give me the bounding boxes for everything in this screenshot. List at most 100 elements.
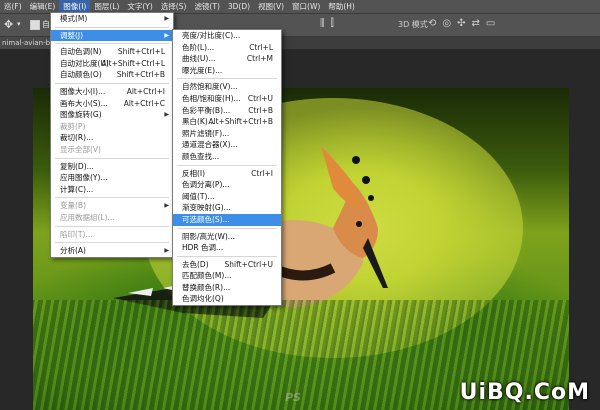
- menu-item[interactable]: 亮度/对比度(C)...: [173, 30, 281, 42]
- menu-item[interactable]: 渐变映射(G)...: [173, 202, 281, 214]
- menu-item-label: 亮度/对比度(C)...: [182, 31, 241, 40]
- menu-item-label: 通道混合器(X)...: [182, 140, 238, 150]
- menu-item-shortcut: Ctrl+M: [246, 54, 273, 64]
- menu-item[interactable]: 陷印(T)...: [51, 229, 173, 241]
- menu-item[interactable]: 颜色查找...: [173, 151, 281, 163]
- menu-item[interactable]: 匹配颜色(M)...: [173, 270, 281, 282]
- menu-item[interactable]: 自动色调(N) Shift+Ctrl+L: [51, 46, 173, 58]
- distribute-icon[interactable]: ⫼: [320, 18, 325, 29]
- menu-item[interactable]: 图像大小(I)... Alt+Ctrl+I: [51, 86, 173, 98]
- move-tool-icon[interactable]: ✥: [4, 19, 16, 31]
- align-icon[interactable]: ⫿: [331, 18, 334, 29]
- menu-item-label: 匹配颜色(M)...: [182, 271, 232, 281]
- menu-item[interactable]: 去色(D) Shift+Ctrl+U: [173, 259, 281, 271]
- menu-item[interactable]: 阴影/高光(W)...: [173, 231, 281, 243]
- pan-3d-icon[interactable]: ✣: [457, 18, 465, 29]
- menu-item[interactable]: 通道混合器(X)...: [173, 139, 281, 151]
- menu-item-shortcut: Alt+Ctrl+C: [123, 98, 165, 108]
- menu-item[interactable]: 分析(A) ▶: [51, 245, 173, 257]
- menu-item[interactable]: 调整(J) ▶: [51, 29, 173, 42]
- menu-item[interactable]: 阈值(T)...: [173, 191, 281, 203]
- menu-item[interactable]: 自动颜色(O) Shift+Ctrl+B: [51, 69, 173, 81]
- menu-item[interactable]: 图像旋转(G) ▶: [51, 109, 173, 121]
- menu-item[interactable]: 应用图像(Y)...: [51, 172, 173, 184]
- menu-separator: [177, 164, 277, 166]
- submenu-arrow-icon: ▶: [164, 31, 169, 39]
- align-icons[interactable]: ⫼ ⫿: [320, 18, 334, 29]
- video-camera-icon[interactable]: ▭: [486, 18, 495, 29]
- menu-item[interactable]: 色阶(L)... Ctrl+L: [173, 42, 281, 54]
- menu-item-label: 图像旋转(G): [60, 110, 102, 120]
- menu-item-label: 自然饱和度(V)...: [182, 82, 238, 92]
- chevron-down-icon[interactable]: ▾: [17, 20, 21, 28]
- menu-item-label: 模式(M): [60, 14, 88, 23]
- image-menu: 模式(M) ▶ 调整(J) ▶ 自动色调(N) Shift+Ctrl+L 自动对比度(U) A…: [50, 12, 174, 258]
- adjustments-submenu: 亮度/对比度(C)... 色阶(L)... Ctrl+L 曲线(U)... Ctrl+M…: [172, 29, 282, 307]
- menu-item[interactable]: 曲线(U)... Ctrl+M: [173, 53, 281, 65]
- menu-item-label: 图像大小(I)...: [60, 86, 106, 96]
- menubar-item[interactable]: 帮助(H): [324, 0, 359, 13]
- menubar-item[interactable]: 3D(D): [224, 0, 254, 13]
- menu-item[interactable]: 色调分离(P)...: [173, 179, 281, 191]
- menu-item[interactable]: 变量(B) ▶: [51, 200, 173, 212]
- menu-item[interactable]: 黑白(K)... Alt+Shift+Ctrl+B: [173, 116, 281, 128]
- auto-select-checkbox[interactable]: [30, 20, 40, 30]
- menu-item[interactable]: 照片滤镜(F)...: [173, 128, 281, 140]
- submenu-arrow-icon: ▶: [164, 202, 169, 210]
- menu-item-shortcut: Ctrl+I: [251, 168, 273, 178]
- menu-separator: [177, 78, 277, 80]
- ps-watermark: PS: [285, 391, 301, 404]
- menu-separator: [177, 255, 277, 257]
- menu-item-shortcut: Ctrl+L: [249, 42, 273, 52]
- menu-item[interactable]: 画布大小(S)... Alt+Ctrl+C: [51, 98, 173, 110]
- menu-item[interactable]: 色调均化(Q): [173, 293, 281, 305]
- menu-item[interactable]: 自然饱和度(V)...: [173, 81, 281, 93]
- menu-item[interactable]: 裁切(R)...: [51, 132, 173, 144]
- menu-separator: [55, 242, 169, 244]
- menu-item[interactable]: 可选颜色(S)...: [173, 213, 281, 226]
- menu-item[interactable]: 色彩平衡(B)... Ctrl+B: [173, 105, 281, 117]
- menu-item-label: 应用数据组(L)...: [60, 212, 115, 222]
- menu-item[interactable]: 模式(M) ▶: [51, 13, 173, 25]
- menu-item-label: 变量(B): [60, 201, 86, 211]
- menu-separator: [55, 197, 169, 199]
- menu-item-label: 可选颜色(S)...: [182, 214, 230, 224]
- menu-item-label: HDR 色调...: [182, 243, 224, 253]
- slide-3d-icon[interactable]: ⇄: [472, 18, 480, 29]
- menu-item[interactable]: 曝光度(E)...: [173, 65, 281, 77]
- menu-item-shortcut: Alt+Shift+Ctrl+B: [208, 117, 273, 127]
- menu-item-label: 计算(C)...: [60, 184, 94, 194]
- menu-item-label: 色彩平衡(B)...: [182, 105, 231, 115]
- menu-item[interactable]: 替换颜色(R)...: [173, 282, 281, 294]
- menu-item-label: 陷印(T)...: [60, 229, 93, 239]
- menu-item-label: 曝光度(E)...: [182, 65, 223, 75]
- menu-item-label: 色调分离(P)...: [182, 180, 230, 190]
- menubar-item[interactable]: 视图(V): [254, 0, 288, 13]
- menu-item[interactable]: 色相/饱和度(H)... Ctrl+U: [173, 93, 281, 105]
- menu-item-label: 色阶(L)...: [182, 42, 215, 52]
- menubar-item[interactable]: 窗口(W): [288, 0, 324, 13]
- menu-item-label: 照片滤镜(F)...: [182, 128, 230, 138]
- menu-separator: [55, 26, 169, 28]
- menu-item-shortcut: Ctrl+B: [248, 105, 273, 115]
- submenu-arrow-icon: ▶: [164, 247, 169, 255]
- menu-item[interactable]: 反相(I) Ctrl+I: [173, 168, 281, 180]
- menubar-item[interactable]: 滤镜(T): [190, 0, 223, 13]
- menu-item[interactable]: 应用数据组(L)...: [51, 212, 173, 224]
- menu-item[interactable]: 裁剪(P): [51, 121, 173, 133]
- menu-item-label: 分析(A): [60, 246, 86, 256]
- menu-item[interactable]: 复制(D)...: [51, 161, 173, 173]
- orbit-3d-icon[interactable]: ◎: [442, 18, 451, 29]
- menu-separator: [177, 227, 277, 229]
- menu-item[interactable]: 显示全部(V): [51, 144, 173, 156]
- three-d-tool-icons[interactable]: ⟲ ◎ ✣ ⇄ ▭: [428, 18, 495, 29]
- menubar-item[interactable]: 巡(F): [0, 0, 26, 13]
- menu-item-shortcut: Shift+Ctrl+U: [224, 259, 273, 269]
- menu-item[interactable]: 计算(C)...: [51, 184, 173, 196]
- menu-item[interactable]: 自动对比度(U) Alt+Shift+Ctrl+L: [51, 58, 173, 70]
- menu-item[interactable]: HDR 色调...: [173, 242, 281, 254]
- rotate-3d-icon[interactable]: ⟲: [428, 18, 436, 29]
- menu-item-label: 阴影/高光(W)...: [182, 231, 235, 241]
- menu-item-shortcut: Shift+Ctrl+B: [116, 70, 165, 80]
- menu-item-label: 自动颜色(O): [60, 70, 102, 80]
